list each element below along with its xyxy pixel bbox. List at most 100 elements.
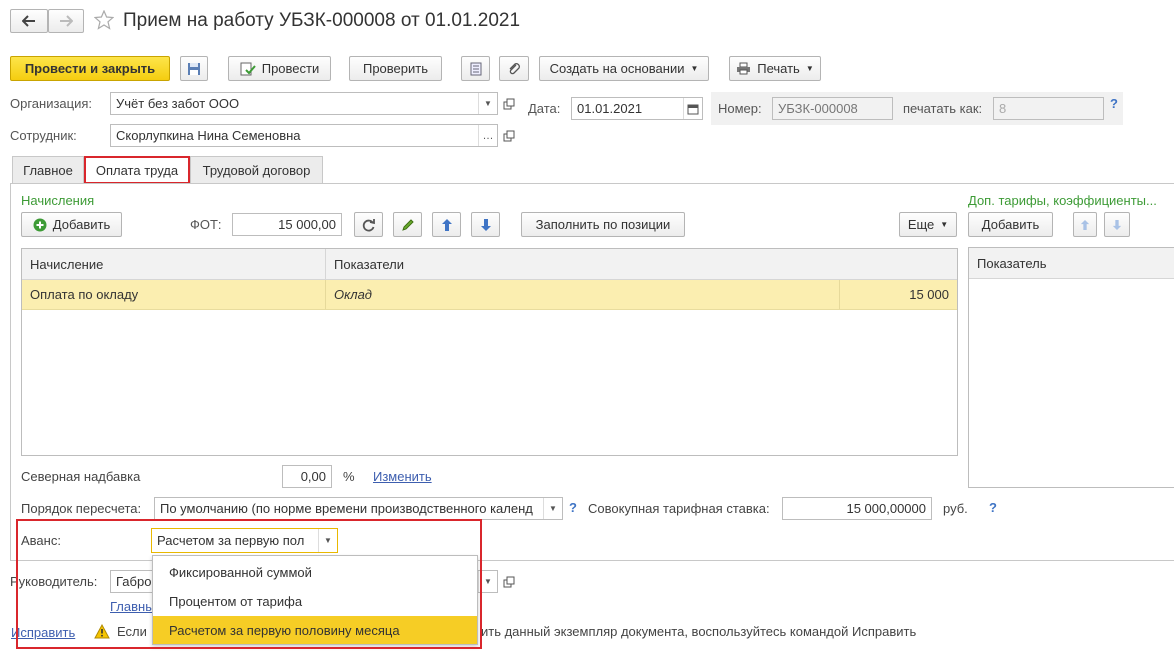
floppy-icon: [188, 62, 200, 75]
advance-value: Расчетом за первую пол: [157, 533, 305, 548]
save-button[interactable]: [180, 56, 208, 81]
tab-labor-contract[interactable]: Трудовой договор: [190, 156, 323, 183]
advance-label: Аванс:: [21, 533, 61, 548]
manager-position-link[interactable]: Главны: [110, 599, 155, 614]
date-label: Дата:: [528, 101, 561, 116]
fot-field[interactable]: 15 000,00: [232, 213, 342, 236]
tab-payment[interactable]: Оплата труда: [84, 156, 190, 184]
chevron-down-icon: ▼: [940, 220, 949, 229]
printer-icon: [737, 62, 751, 75]
organization-field[interactable]: Учёт без забот ООО ▼: [110, 92, 498, 115]
number-label: Номер:: [718, 101, 762, 116]
chevron-down-icon[interactable]: ▼: [318, 529, 337, 552]
add-tariff-button[interactable]: Добавить: [968, 212, 1053, 237]
help-icon[interactable]: ?: [569, 500, 577, 515]
document-journal-button[interactable]: [461, 56, 490, 81]
table-header: Начисление Показатели: [22, 249, 957, 280]
accrual-name-cell: Оплата по окладу: [30, 287, 139, 302]
open-icon[interactable]: [500, 93, 518, 114]
arrow-right-icon: [60, 15, 73, 27]
advance-option-percent[interactable]: Процентом от тарифа: [153, 587, 477, 615]
column-divider: [325, 280, 326, 309]
edit-button[interactable]: [393, 212, 422, 237]
arrow-up-icon: [441, 218, 452, 231]
attach-button[interactable]: [499, 56, 529, 81]
date-field[interactable]: 01.01.2021: [571, 97, 703, 120]
north-allowance-value: 0,00: [300, 469, 326, 484]
post-button[interactable]: Провести: [228, 56, 331, 81]
print-as-label: печатать как:: [903, 101, 983, 116]
create-based-on-button[interactable]: Создать на основании ▼: [539, 56, 709, 81]
open-icon[interactable]: [500, 571, 518, 592]
back-button[interactable]: [10, 9, 48, 33]
star-icon[interactable]: [93, 9, 115, 30]
refresh-button[interactable]: [354, 212, 383, 237]
more-label: Еще: [907, 217, 935, 232]
date-value: 01.01.2021: [577, 101, 643, 116]
fix-link[interactable]: Исправить: [11, 625, 75, 640]
table-row[interactable]: Оплата по окладу Оклад 15 000: [22, 280, 957, 310]
employee-value: Скорлупкина Нина Семеновна: [116, 128, 301, 143]
tariff-down-button[interactable]: [1104, 212, 1130, 237]
fot-label: ФОТ:: [190, 217, 222, 232]
more-button[interactable]: Еще ▼: [899, 212, 957, 237]
advance-field[interactable]: Расчетом за первую пол ▼: [151, 528, 338, 553]
north-allowance-label: Северная надбавка: [21, 469, 141, 484]
forward-button[interactable]: [48, 9, 84, 33]
print-as-placeholder: 8: [999, 101, 1007, 116]
advance-option-first-half[interactable]: Расчетом за первую половину месяца: [153, 616, 477, 644]
print-as-field[interactable]: 8: [993, 97, 1104, 120]
post-and-close-button[interactable]: Провести и закрыть: [10, 56, 170, 81]
add-icon: [33, 218, 47, 231]
employee-field[interactable]: Скорлупкина Нина Семеновна …: [110, 124, 498, 147]
total-rate-field[interactable]: 15 000,00000: [782, 497, 932, 520]
advance-option-fixed[interactable]: Фиксированной суммой: [153, 558, 477, 586]
check-button[interactable]: Проверить: [349, 56, 442, 81]
table-header: Показатель: [969, 248, 1174, 279]
indicator-cell: Оклад: [334, 287, 372, 302]
paperclip-icon: [509, 62, 520, 74]
recalc-field[interactable]: По умолчанию (по норме времени производс…: [154, 497, 563, 520]
chevron-down-icon[interactable]: ▼: [478, 93, 497, 114]
currency-label: руб.: [943, 501, 968, 516]
move-down-button[interactable]: [471, 212, 500, 237]
calendar-icon[interactable]: [683, 98, 702, 119]
total-rate-label: Совокупная тарифная ставка:: [588, 501, 770, 516]
list-icon: [470, 62, 481, 75]
arrow-down-icon: [480, 218, 491, 231]
print-button[interactable]: Печать ▼: [729, 56, 821, 81]
add-accrual-label: Добавить: [52, 217, 111, 232]
open-icon[interactable]: [500, 125, 518, 146]
column-header-accrual[interactable]: Начисление: [30, 257, 103, 272]
refresh-icon: [362, 218, 375, 231]
warning-text-start: Если: [117, 624, 147, 639]
tab-main[interactable]: Главное: [12, 156, 84, 183]
warning-text-rest: ить данный экземпляр документа, воспольз…: [481, 624, 917, 639]
north-allowance-field[interactable]: 0,00: [282, 465, 332, 488]
move-up-button[interactable]: [432, 212, 461, 237]
number-field[interactable]: УБЗК-000008: [772, 97, 893, 120]
recalc-label: Порядок пересчета:: [21, 501, 142, 516]
column-divider: [325, 249, 326, 279]
pencil-icon: [401, 218, 414, 231]
fill-by-position-button[interactable]: Заполнить по позиции: [521, 212, 685, 237]
accruals-title: Начисления: [21, 193, 95, 208]
accruals-table: Начисление Показатели Оплата по окладу О…: [21, 248, 958, 456]
extra-tariffs-title: Доп. тарифы, коэффициенты...: [968, 193, 1157, 208]
change-link[interactable]: Изменить: [373, 469, 432, 484]
help-icon[interactable]: ?: [989, 500, 997, 515]
post-doc-icon: [240, 62, 256, 75]
print-button-label: Печать: [757, 61, 800, 76]
select-dots-icon[interactable]: …: [478, 125, 497, 146]
add-accrual-button[interactable]: Добавить: [21, 212, 122, 237]
chevron-down-icon[interactable]: ▼: [543, 498, 562, 519]
total-rate-value: 15 000,00000: [846, 501, 926, 516]
column-header-indicator[interactable]: Показатель: [977, 256, 1047, 271]
column-header-indicators[interactable]: Показатели: [334, 257, 404, 272]
tariff-up-button[interactable]: [1073, 212, 1097, 237]
manager-label: Руководитель:: [10, 574, 98, 589]
organization-label: Организация:: [10, 96, 93, 111]
fot-value: 15 000,00: [278, 217, 336, 232]
chevron-down-icon[interactable]: ▼: [478, 571, 497, 592]
help-icon[interactable]: ?: [1110, 96, 1118, 111]
